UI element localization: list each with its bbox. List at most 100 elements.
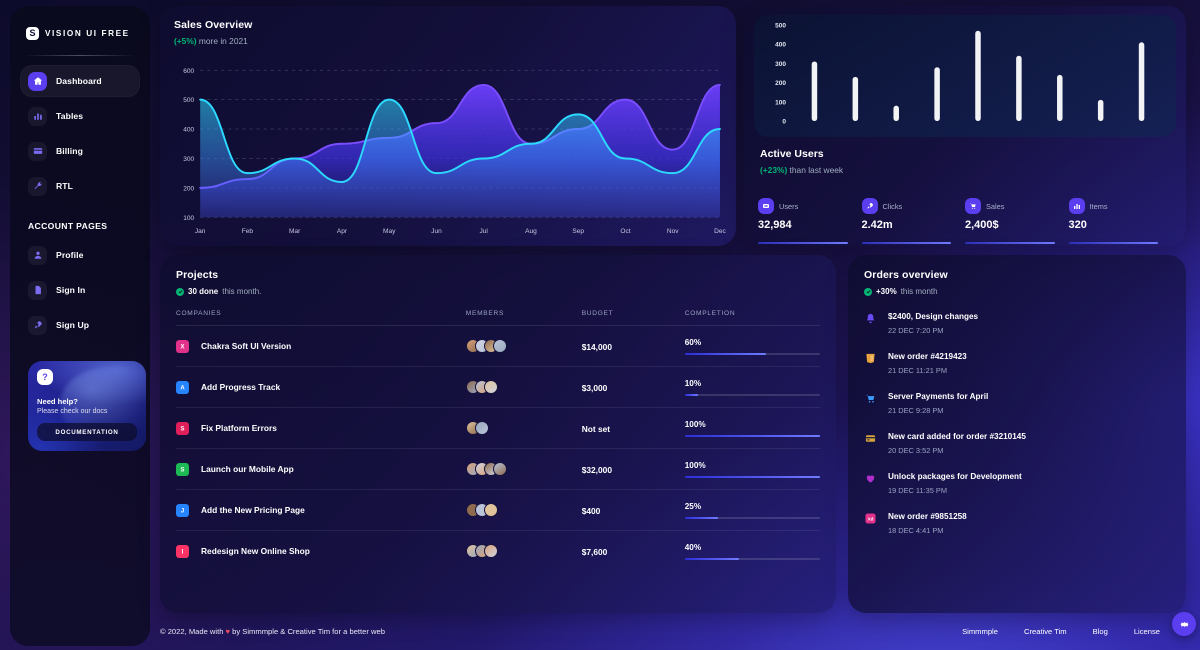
order-timestamp: 19 DEC 11:35 PM bbox=[888, 486, 948, 495]
orders-growth-text: this month bbox=[900, 287, 938, 296]
cell-completion: 100% bbox=[684, 448, 820, 490]
avatar-group bbox=[465, 421, 582, 435]
xd-icon: X bbox=[176, 339, 189, 353]
rocket-icon bbox=[28, 315, 47, 335]
sales-overview-subtitle: (+5%) more in 2021 bbox=[174, 36, 722, 46]
wrench-icon bbox=[28, 176, 47, 196]
svg-text:J: J bbox=[181, 508, 184, 514]
avatar bbox=[483, 503, 498, 517]
list-item[interactable]: New order #4219423 21 DEC 11:21 PM bbox=[864, 352, 1170, 392]
sidebar-item-label: Sign Up bbox=[56, 320, 90, 330]
stat-label: Items bbox=[1089, 201, 1108, 211]
completion-progress-fill bbox=[684, 516, 719, 519]
footer-link-blog[interactable]: Blog bbox=[1093, 627, 1108, 636]
credit-card-icon bbox=[864, 432, 877, 445]
completion-progress-track bbox=[684, 434, 820, 437]
sales-line-chart: 100 200 300 400 500 600 Jan Feb Mar Apr May Jun Jul A… bbox=[174, 64, 726, 238]
list-item[interactable]: Server Payments for April 21 DEC 9:28 PM bbox=[864, 392, 1170, 432]
order-timestamp: 18 DEC 4:41 PM bbox=[888, 526, 944, 535]
order-timestamp: 20 DEC 3:52 PM bbox=[888, 446, 944, 455]
stat-value: 32,984 bbox=[758, 219, 792, 231]
projects-table: COMPANIES MEMBERS BUDGET COMPLETION X Cha… bbox=[176, 310, 820, 571]
brand-logo[interactable]: S VISION UI FREE bbox=[20, 18, 140, 44]
svg-text:May: May bbox=[383, 228, 396, 235]
avatar bbox=[474, 421, 489, 435]
list-item[interactable]: Unlock packages for Development 19 DEC 11… bbox=[864, 472, 1170, 512]
sidebar-item-signup[interactable]: Sign Up bbox=[20, 309, 140, 341]
completion-value: 25% bbox=[684, 501, 702, 511]
cell-members bbox=[465, 325, 582, 367]
sales-overview-card: Sales Overview (+5%) more in 2021 100 200… bbox=[160, 6, 736, 246]
help-documentation-card: ? Need help? Please check our docs DOCUM… bbox=[28, 361, 146, 451]
sidebar: S VISION UI FREE Dashboard Tables Billin… bbox=[10, 6, 150, 646]
cell-budget: $32,000 bbox=[581, 448, 685, 490]
projects-done-text: this month. bbox=[222, 287, 262, 296]
table-row[interactable]: A Add Progress Track $3,000 10% bbox=[176, 366, 820, 408]
table-row[interactable]: S Launch our Mobile App $32,000 100% bbox=[176, 448, 820, 490]
order-timestamp: 22 DEC 7:20 PM bbox=[888, 326, 944, 335]
active-users-subtitle: (+23%) than last week bbox=[760, 165, 843, 175]
budget-value: $400 bbox=[581, 506, 601, 516]
avatar-group bbox=[465, 339, 582, 353]
active-users-header: Active Users (+23%) than last week bbox=[760, 148, 843, 175]
sidebar-item-profile[interactable]: Profile bbox=[20, 239, 140, 271]
orders-timeline: $2400, Design changes 22 DEC 7:20 PM New o… bbox=[864, 312, 1170, 535]
sales-chart-svg: 100 200 300 400 500 600 Jan Feb Mar Apr May Jun Jul A… bbox=[183, 68, 726, 235]
budget-value: $14,000 bbox=[581, 342, 612, 352]
svg-text:400: 400 bbox=[775, 42, 786, 49]
active-users-bar-chart: 500 400 300 200 100 0 bbox=[754, 15, 1176, 137]
sidebar-section-title: ACCOUNT PAGES bbox=[28, 221, 108, 231]
table-row[interactable]: I Redesign New Online Shop $7,600 40% bbox=[176, 531, 820, 572]
cell-members bbox=[465, 489, 582, 531]
sidebar-item-signin[interactable]: Sign In bbox=[20, 274, 140, 306]
list-item[interactable]: Xd New order #9851258 18 DEC 4:41 PM bbox=[864, 512, 1170, 535]
sidebar-item-tables[interactable]: Tables bbox=[20, 100, 140, 132]
table-row[interactable]: J Add the New Pricing Page $400 25% bbox=[176, 489, 820, 531]
active-users-card: 500 400 300 200 100 0 Active Users (+23%) tha… bbox=[744, 6, 1186, 246]
footer-link-simmmple[interactable]: Simmmple bbox=[962, 627, 998, 636]
table-row[interactable]: X Chakra Soft UI Version $14,000 60% bbox=[176, 325, 820, 367]
cell-members bbox=[465, 407, 582, 449]
svg-text:S: S bbox=[181, 426, 185, 432]
order-title: New order #9851258 bbox=[888, 512, 967, 521]
svg-text:Nov: Nov bbox=[667, 228, 679, 235]
settings-button[interactable] bbox=[1172, 612, 1196, 636]
company-name: Chakra Soft UI Version bbox=[201, 341, 292, 351]
heart-icon bbox=[864, 472, 877, 485]
budget-value: $32,000 bbox=[581, 465, 612, 475]
completion-value: 100% bbox=[684, 460, 706, 470]
svg-text:100: 100 bbox=[183, 215, 194, 222]
list-item[interactable]: $2400, Design changes 22 DEC 7:20 PM bbox=[864, 312, 1170, 352]
completion-value: 60% bbox=[684, 337, 702, 347]
help-card-subtitle: Please check our docs bbox=[37, 408, 108, 415]
completion-progress-fill bbox=[684, 475, 820, 478]
order-timestamp: 21 DEC 9:28 PM bbox=[888, 406, 944, 415]
completion-progress-track bbox=[684, 352, 820, 355]
xd-icon: Xd bbox=[864, 512, 877, 525]
cell-budget: $3,000 bbox=[581, 366, 685, 408]
svg-text:Apr: Apr bbox=[337, 228, 348, 235]
completion-value: 40% bbox=[684, 542, 702, 552]
sidebar-item-dashboard[interactable]: Dashboard bbox=[20, 65, 140, 97]
documentation-button[interactable]: DOCUMENTATION bbox=[37, 423, 137, 441]
users-icon bbox=[758, 198, 774, 214]
svg-text:Xd: Xd bbox=[868, 516, 874, 521]
sidebar-item-billing[interactable]: Billing bbox=[20, 135, 140, 167]
budget-value: Not set bbox=[581, 424, 611, 434]
cell-company: X Chakra Soft UI Version bbox=[176, 325, 466, 367]
budget-value: $7,600 bbox=[581, 547, 608, 557]
table-row[interactable]: S Fix Platform Errors Not set 100% bbox=[176, 407, 820, 449]
footer-link-license[interactable]: License bbox=[1134, 627, 1160, 636]
cell-completion: 25% bbox=[684, 489, 820, 531]
active-users-title: Active Users bbox=[760, 148, 824, 160]
svg-text:Aug: Aug bbox=[525, 228, 537, 235]
svg-text:400: 400 bbox=[183, 127, 194, 134]
stat-label: Users bbox=[779, 201, 799, 211]
sidebar-item-label: Billing bbox=[56, 146, 83, 156]
stat-progress-bar bbox=[758, 242, 848, 244]
person-icon bbox=[28, 245, 47, 265]
list-item[interactable]: New card added for order #3210145 20 DEC … bbox=[864, 432, 1170, 472]
cell-budget: $400 bbox=[581, 489, 685, 531]
sidebar-item-rtl[interactable]: RTL bbox=[20, 170, 140, 202]
footer-link-creative-tim[interactable]: Creative Tim bbox=[1024, 627, 1067, 636]
